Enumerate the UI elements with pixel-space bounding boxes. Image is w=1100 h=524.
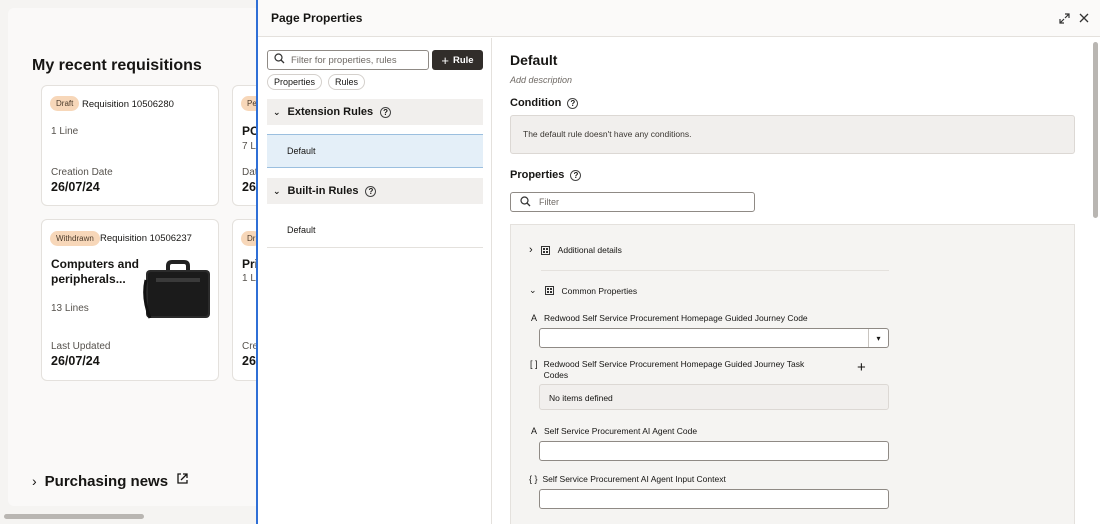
text-type-icon: A — [530, 426, 537, 436]
laptop-bag-image — [142, 258, 214, 329]
search-icon — [274, 53, 285, 67]
search-icon — [520, 195, 531, 209]
status-badge: Pe — [241, 96, 257, 111]
group-additional-details[interactable]: › Additional details — [529, 244, 622, 256]
page-properties-panel: Page Properties Filter for properties, r… — [256, 0, 1100, 524]
recent-requisitions-title: My recent requisitions — [32, 57, 202, 74]
line-count: 1 Line — [51, 126, 79, 137]
expand-icon[interactable] — [1056, 10, 1072, 26]
date-value: 26 — [242, 354, 256, 368]
requisition-card[interactable]: Draft Requisition 10506280 1 Line Creati… — [41, 85, 219, 206]
built-in-rules-title: Built-in Rules — [287, 185, 359, 197]
help-icon[interactable]: ? — [567, 97, 579, 109]
date-label: Dat — [242, 167, 257, 178]
divider — [541, 270, 889, 271]
date-value: 26/07/24 — [51, 180, 100, 194]
date-value: 26/07/24 — [51, 354, 100, 368]
add-description-field[interactable]: Add description — [510, 75, 572, 85]
external-link-icon — [176, 472, 189, 490]
guided-journey-code-select[interactable]: ▾ — [539, 328, 889, 348]
group-common-properties[interactable]: ⌄ Common Properties — [529, 285, 637, 296]
requisition-card[interactable]: Pe PO 7 Li Dat 26 — [232, 85, 257, 206]
rule-item-label: Default — [287, 146, 316, 156]
date-label: Cre — [242, 341, 257, 352]
chevron-right-icon: › — [529, 244, 533, 256]
status-badge: Dr — [241, 231, 257, 246]
chip-rules[interactable]: Rules — [328, 74, 366, 90]
purchasing-news-link[interactable]: › Purchasing news — [32, 472, 189, 490]
extension-rules-title: Extension Rules — [287, 106, 374, 118]
field-label-guided-journey-code: A Redwood Self Service Procurement Homep… — [530, 313, 808, 323]
empty-list-box: No items defined — [539, 384, 889, 410]
requisition-name: Pri — [242, 257, 257, 271]
rules-list-pane: Filter for properties, rules + Rule Prop… — [258, 38, 492, 524]
chevron-right-icon: › — [32, 473, 37, 489]
line-count: 7 Li — [242, 141, 257, 152]
help-icon[interactable]: ? — [365, 185, 377, 197]
panel-header: Page Properties — [258, 0, 1100, 37]
purchasing-news-label: Purchasing news — [44, 472, 169, 490]
group-label: Common Properties — [561, 285, 638, 296]
rule-item-default-builtin[interactable]: Default — [267, 212, 483, 248]
status-badge: Draft — [50, 96, 80, 111]
add-item-plus-icon[interactable]: + — [857, 359, 866, 376]
properties-label: Properties — [510, 169, 565, 181]
object-type-icon: { } — [529, 474, 538, 484]
condition-heading: Condition ? — [510, 97, 579, 109]
status-badge: Withdrawn — [50, 231, 100, 246]
date-value: 26 — [242, 180, 256, 194]
date-label: Creation Date — [51, 167, 113, 178]
requisition-number: Requisition 10506280 — [82, 99, 174, 110]
help-icon[interactable]: ? — [570, 169, 582, 181]
field-label-ai-agent-input-context: { } Self Service Procurement AI Agent In… — [529, 474, 726, 484]
text-type-icon: A — [530, 313, 537, 323]
built-in-rules-header[interactable]: ⌄ Built-in Rules ? — [267, 178, 483, 204]
field-label-ai-agent-code: A Self Service Procurement AI Agent Code — [530, 426, 698, 436]
rule-item-label: Default — [287, 224, 316, 235]
chevron-down-icon: ⌄ — [273, 185, 281, 196]
filter-placeholder: Filter — [539, 197, 559, 207]
group-icon — [544, 286, 554, 295]
chevron-down-icon: ⌄ — [273, 106, 281, 117]
line-count: 1 Li — [242, 273, 257, 284]
horizontal-scrollbar[interactable] — [4, 514, 144, 519]
rules-filter-input[interactable]: Filter for properties, rules — [267, 50, 429, 70]
filter-placeholder: Filter for properties, rules — [291, 54, 397, 66]
requisition-name: PO — [242, 124, 257, 138]
properties-filter-input[interactable]: Filter — [510, 192, 755, 212]
add-rule-label: Rule — [453, 54, 474, 66]
rule-detail-pane: Default Add description Condition ? The … — [493, 38, 1100, 524]
properties-heading: Properties ? — [510, 169, 582, 181]
panel-title: Page Properties — [271, 11, 363, 25]
requisition-card[interactable]: Dr Pri 1 Li Cre 26 — [232, 219, 257, 381]
group-icon — [540, 245, 550, 255]
extension-rules-header[interactable]: ⌄ Extension Rules ? — [267, 99, 483, 125]
requisition-number: Requisition 10506237 — [100, 233, 192, 244]
requisition-name: Computers and peripherals... — [51, 257, 140, 286]
add-rule-button[interactable]: + Rule — [432, 50, 483, 70]
chevron-down-icon: ⌄ — [529, 285, 537, 295]
date-label: Last Updated — [51, 341, 111, 352]
line-count: 13 Lines — [51, 303, 89, 314]
group-label: Additional details — [557, 245, 622, 255]
close-icon[interactable] — [1076, 10, 1092, 26]
condition-box: The default rule doesn't have any condit… — [510, 115, 1075, 154]
array-type-icon: [ ] — [530, 359, 538, 369]
field-label-guided-journey-task-codes: [ ] Redwood Self Service Procurement Hom… — [530, 359, 805, 380]
condition-label: Condition — [510, 97, 562, 109]
help-icon[interactable]: ? — [380, 106, 392, 118]
requisition-card[interactable]: Withdrawn Requisition 10506237 Computers… — [41, 219, 219, 381]
rule-title: Default — [510, 52, 558, 68]
plus-icon: + — [441, 52, 449, 68]
ai-agent-input-context-input[interactable] — [539, 489, 889, 509]
properties-list: › Additional details ⌄ Common Properties… — [510, 224, 1075, 524]
dropdown-caret-icon[interactable]: ▾ — [868, 329, 888, 347]
background-page: My recent requisitions Draft Requisition… — [0, 0, 257, 524]
ai-agent-code-input[interactable] — [539, 441, 889, 461]
rule-item-default-extension[interactable]: Default — [267, 134, 483, 168]
chip-properties[interactable]: Properties — [267, 74, 323, 90]
vertical-scrollbar[interactable] — [1093, 42, 1098, 218]
